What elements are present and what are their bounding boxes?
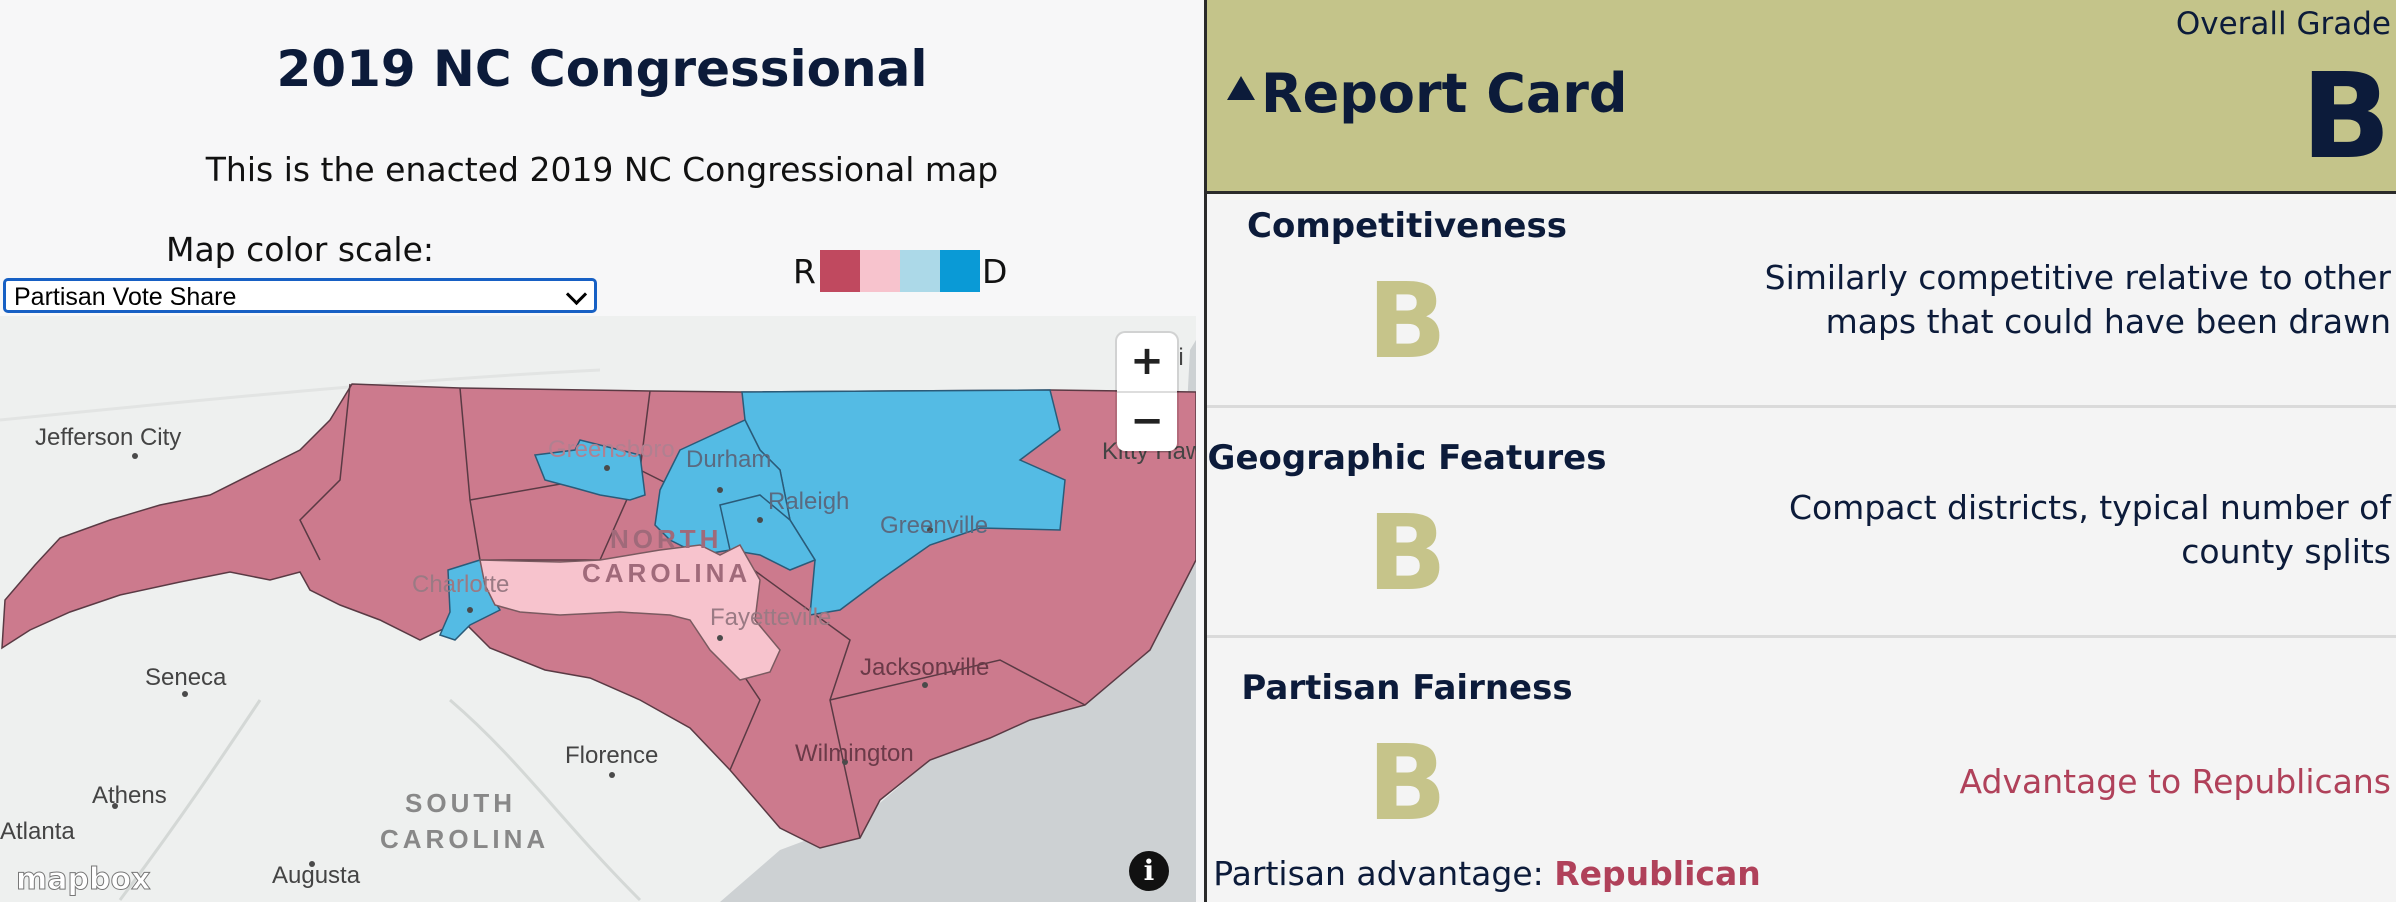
mapbox-logo[interactable]: mapbox: [15, 862, 150, 898]
district-map[interactable]: Jefferson City Greensboro Durham Raleigh…: [0, 316, 1196, 902]
map-label-durham: Durham: [686, 446, 772, 473]
report-card-title[interactable]: Report Card: [1227, 62, 1628, 125]
zoom-out-button[interactable]: −: [1117, 393, 1177, 451]
map-label-jacksonville: Jacksonville: [860, 654, 990, 681]
color-scale-value: Partisan Vote Share: [14, 283, 237, 311]
overall-grade-value: B: [2301, 47, 2391, 185]
zoom-control: + −: [1117, 333, 1177, 451]
report-card-header[interactable]: Report Card Overall Grade B: [1207, 0, 2396, 194]
legend-r-label: R: [793, 251, 816, 291]
map-label-atlanta: Atlanta: [0, 818, 75, 845]
map-label-seneca: Seneca: [145, 664, 227, 691]
color-scale-label: Map color scale:: [165, 230, 435, 269]
legend-swatch-strong-r: [819, 250, 860, 292]
map-label-carolina-nc: CAROLINA: [582, 558, 752, 588]
map-label-carolina-sc: CAROLINA: [380, 824, 550, 854]
partisan-advantage-line: Partisan advantage: Republican: [1207, 854, 1767, 893]
page-subtitle: This is the enacted 2019 NC Congressiona…: [205, 150, 999, 189]
legend-d-label: D: [981, 251, 1008, 291]
report-card-title-text: Report Card: [1261, 62, 1628, 125]
map-label-north: NORTH: [610, 524, 723, 554]
section-title: Partisan Fairness: [1241, 668, 1573, 708]
overall-grade-label: Overall Grade: [2175, 6, 2391, 42]
map-label-augusta: Augusta: [272, 862, 361, 889]
map-label-greensboro: Greensboro: [548, 436, 675, 463]
section-title: Geographic Features: [1207, 438, 1607, 478]
section-separator: [1207, 635, 2396, 638]
partisan-advantage-value: Republican: [1554, 854, 1761, 893]
section-description: Compact districts, typical number of cou…: [1788, 488, 2391, 571]
section-grade: B: [1367, 260, 1447, 382]
section-description: Advantage to Republicans: [1959, 762, 2392, 801]
report-card-panel: Report Card Overall Grade B Competitiven…: [1207, 0, 2396, 902]
section-partisan-fairness: Partisan Fairness B Advantage to Republi…: [1207, 654, 2396, 902]
legend-swatch-lean-d: [899, 250, 940, 292]
page-title: 2019 NC Congressional: [276, 40, 928, 98]
partisan-advantage-label: Partisan advantage:: [1213, 854, 1544, 893]
map-label-south: SOUTH: [405, 788, 516, 818]
section-title: Competitiveness: [1247, 206, 1567, 246]
map-label-florence: Florence: [565, 742, 659, 769]
map-label-charlotte: Charlotte: [412, 571, 510, 598]
zoom-in-button[interactable]: +: [1117, 333, 1177, 391]
map-canvas[interactable]: [0, 316, 1196, 902]
map-panel: 2019 NC Congressional This is the enacte…: [0, 0, 1204, 902]
color-scale-select[interactable]: Partisan Vote Share: [3, 278, 597, 313]
map-label-athens: Athens: [92, 782, 167, 809]
map-label-wilmington: Wilmington: [795, 740, 914, 767]
legend-swatch-lean-r: [859, 250, 900, 292]
section-competitiveness: Competitiveness B Similarly competitive …: [1207, 194, 2396, 406]
map-label-raleigh: Raleigh: [768, 488, 850, 515]
color-legend: R D: [793, 250, 1007, 292]
collapse-triangle-icon: [1227, 76, 1255, 100]
section-grade: B: [1367, 492, 1447, 614]
legend-swatch-strong-d: [939, 250, 980, 292]
info-icon[interactable]: i: [1129, 851, 1169, 891]
chevron-down-icon: [565, 283, 588, 306]
map-label-greenville: Greenville: [880, 512, 989, 539]
section-description: Similarly competitive relative to other …: [1764, 258, 2391, 341]
section-geographic-features: Geographic Features B Compact districts,…: [1207, 424, 2396, 636]
section-grade: B: [1367, 722, 1447, 844]
map-label-fayetteville: Fayetteville: [710, 604, 832, 631]
section-separator: [1207, 405, 2396, 408]
map-label-jefferson-city: Jefferson City: [35, 424, 182, 451]
